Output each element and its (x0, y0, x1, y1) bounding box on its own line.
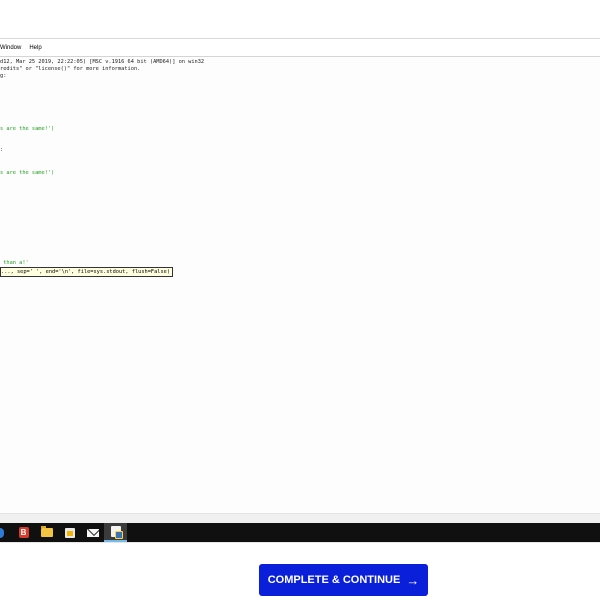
idle-shell-window: Window Help d12, Mar 25 2019, 22:22:05) … (0, 38, 600, 524)
shell-line: redits" or "license()" for more informat… (0, 66, 141, 72)
cta-label: COMPLETE & CONTINUE (267, 574, 401, 586)
shell-line: g: (0, 73, 7, 79)
folder-glyph (40, 526, 53, 537)
idle-icon[interactable] (104, 523, 127, 542)
menu-window[interactable]: Window (0, 45, 21, 55)
bandizip-icon[interactable]: B (12, 523, 35, 542)
bandizip-glyph: B (18, 527, 29, 538)
arrow-right-icon: → (406, 572, 420, 588)
shell-line: d12, Mar 25 2019, 22:22:05) [MSC v.1916 … (0, 59, 205, 65)
shell-text-area[interactable]: d12, Mar 25 2019, 22:22:05) [MSC v.1916 … (0, 57, 600, 513)
mail-icon[interactable] (81, 523, 104, 542)
menubar: Window Help (0, 45, 42, 55)
top-margin (0, 0, 600, 38)
windows-taskbar: B (0, 523, 600, 542)
screen: Window Help d12, Mar 25 2019, 22:22:05) … (0, 0, 600, 600)
idle-glyph (110, 526, 123, 539)
envelope-glyph (86, 528, 99, 537)
shell-line: : (0, 147, 4, 153)
calltip-tooltip: ..., sep=' ', end='\n', file=sys.stdout,… (0, 267, 174, 277)
store-glyph (64, 527, 75, 538)
edge-icon[interactable] (0, 523, 4, 542)
shell-line-string: s are the same!') (0, 126, 55, 132)
menu-help[interactable]: Help (29, 45, 41, 55)
shell-line-string: s are the same!') (0, 170, 55, 176)
file-explorer-icon[interactable] (35, 523, 58, 542)
course-footer: COMPLETE & CONTINUE → (0, 542, 600, 600)
shell-line-string: than a!' (0, 260, 29, 266)
complete-and-continue-button[interactable]: COMPLETE & CONTINUE → (259, 564, 428, 596)
store-icon[interactable] (58, 523, 81, 542)
